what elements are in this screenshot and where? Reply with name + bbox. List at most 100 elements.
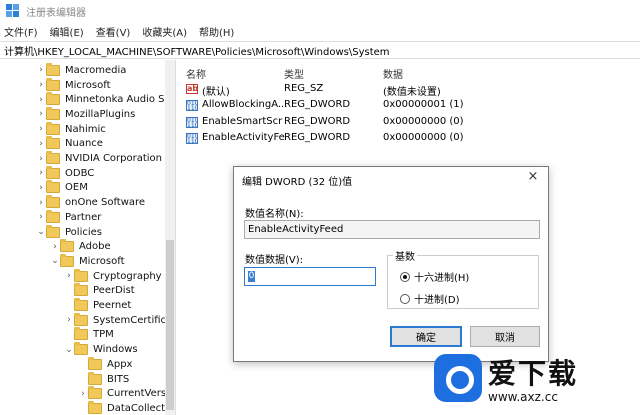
- address-bar[interactable]: 计算机\HKEY_LOCAL_MACHINE\SOFTWARE\Policies…: [0, 41, 640, 59]
- tree-item[interactable]: › SystemCertific: [64, 312, 167, 328]
- expand-chevron-icon[interactable]: ›: [36, 198, 46, 208]
- watermark-url: www.axz.cc: [488, 390, 558, 404]
- folder-icon: [46, 92, 60, 106]
- collapse-chevron-icon[interactable]: ⌄: [50, 256, 60, 266]
- tree-item[interactable]: › Cryptography: [64, 268, 162, 284]
- tree-item[interactable]: ⌄ Policies: [36, 224, 102, 240]
- folder-icon: [74, 283, 88, 297]
- tree-item[interactable]: TPM: [64, 327, 114, 343]
- tree-item[interactable]: › Nahimic: [36, 121, 106, 137]
- folder-icon: [46, 224, 60, 238]
- expand-chevron-icon[interactable]: ›: [36, 154, 46, 164]
- tree-item[interactable]: › Adobe: [50, 239, 111, 254]
- tree-item[interactable]: PeerDist: [64, 283, 135, 299]
- cancel-button[interactable]: 取消: [470, 326, 540, 347]
- tree-item[interactable]: › Minnetonka Audio S: [36, 92, 164, 107]
- tree-item-label: Cryptography: [93, 270, 162, 282]
- tree-item[interactable]: › MozillaPlugins: [36, 106, 136, 122]
- value-data-label: 数值数据(V):: [245, 255, 304, 266]
- tree-item-label: Nahimic: [65, 123, 106, 135]
- folder-icon: [46, 136, 60, 150]
- tree-item[interactable]: ⌄ Microsoft: [50, 253, 125, 269]
- menu-view[interactable]: 查看(V): [96, 24, 131, 39]
- tree-item[interactable]: › CurrentVers: [78, 386, 166, 401]
- tree-item[interactable]: › Partner: [36, 209, 102, 225]
- title-bar: 注册表编辑器: [0, 0, 640, 22]
- tree-item[interactable]: DataCollect: [78, 400, 166, 415]
- column-name[interactable]: 名称: [186, 66, 206, 81]
- tree-item-label: DataCollect: [107, 402, 166, 414]
- collapse-chevron-icon[interactable]: ⌄: [36, 227, 46, 237]
- expand-chevron-icon[interactable]: ›: [36, 139, 46, 149]
- folder-icon: [74, 268, 88, 282]
- tree-item-label: NVIDIA Corporation: [65, 153, 163, 165]
- menu-file[interactable]: 文件(F): [4, 24, 38, 39]
- folder-icon: [60, 253, 74, 267]
- tree-item[interactable]: ⌄ Windows: [64, 342, 138, 357]
- tree-item-label: SystemCertific: [93, 314, 167, 326]
- base-label: 基数: [393, 248, 417, 263]
- expand-chevron-icon[interactable]: ›: [36, 124, 46, 134]
- tree-item-label: Windows: [93, 344, 138, 356]
- collapse-chevron-icon[interactable]: ⌄: [64, 345, 74, 355]
- value-row[interactable]: 010 110 AllowBlockingA... REG_DWORD 0x000…: [178, 98, 640, 114]
- tree-item[interactable]: BITS: [78, 371, 129, 387]
- folder-icon: [46, 180, 60, 194]
- tree-item[interactable]: Appx: [78, 356, 133, 372]
- value-row[interactable]: 010 110 EnableActivityFe REG_DWORD 0x0000…: [178, 131, 640, 147]
- menu-favorites[interactable]: 收藏夹(A): [142, 24, 187, 39]
- folder-icon: [46, 121, 60, 135]
- tree-item[interactable]: › onOne Software: [36, 195, 145, 210]
- dword-value-icon: 010 110: [186, 133, 198, 144]
- tree-item-label: Microsoft: [79, 255, 125, 267]
- axz-logo-icon: [434, 354, 482, 402]
- tree-item-label: Partner: [65, 211, 102, 223]
- tree-item[interactable]: › Macromedia: [36, 62, 126, 78]
- value-row[interactable]: ab (默认) REG_SZ (数值未设置): [178, 82, 640, 98]
- value-data-input[interactable]: 0: [244, 267, 376, 286]
- tree-item[interactable]: › Microsoft: [36, 77, 111, 93]
- expand-chevron-icon[interactable]: ›: [36, 183, 46, 193]
- expand-chevron-icon[interactable]: ›: [64, 315, 74, 325]
- folder-icon: [88, 356, 102, 370]
- expand-chevron-icon[interactable]: ›: [36, 80, 46, 90]
- radio-selected-icon: [400, 271, 410, 282]
- decimal-radio[interactable]: 十进制(D): [400, 291, 460, 306]
- tree-item[interactable]: › ODBC: [36, 165, 94, 181]
- ok-button[interactable]: 确定: [390, 326, 462, 347]
- tree-item[interactable]: › OEM: [36, 180, 88, 196]
- menu-help[interactable]: 帮助(H): [199, 24, 234, 39]
- tree-item-label: MozillaPlugins: [65, 108, 136, 120]
- expand-chevron-icon[interactable]: ›: [36, 212, 46, 222]
- address-path[interactable]: 计算机\HKEY_LOCAL_MACHINE\SOFTWARE\Policies…: [4, 43, 390, 58]
- edit-dword-dialog: 编辑 DWORD (32 位)值 × 数值名称(N): EnableActivi…: [233, 166, 549, 362]
- column-data[interactable]: 数据: [383, 66, 403, 81]
- close-icon[interactable]: ×: [524, 170, 542, 186]
- expand-chevron-icon[interactable]: ›: [78, 389, 88, 399]
- dialog-title: 编辑 DWORD (32 位)值: [242, 177, 353, 188]
- tree-item[interactable]: Peernet: [64, 298, 131, 313]
- expand-chevron-icon[interactable]: ›: [64, 271, 74, 281]
- hex-radio[interactable]: 十六进制(H): [400, 269, 469, 284]
- folder-icon: [74, 298, 88, 312]
- column-type[interactable]: 类型: [284, 66, 304, 81]
- string-value-icon: ab: [186, 84, 199, 94]
- tree-item-label: Appx: [107, 358, 133, 370]
- tree-item[interactable]: › NVIDIA Corporation: [36, 151, 162, 166]
- values-header: 名称 类型 数据: [178, 64, 640, 81]
- tree-item-label: TPM: [93, 329, 114, 341]
- expand-chevron-icon[interactable]: ›: [36, 168, 46, 178]
- expand-chevron-icon[interactable]: ›: [36, 95, 46, 105]
- expand-chevron-icon[interactable]: ›: [36, 65, 46, 75]
- tree-scrollbar[interactable]: [165, 60, 175, 415]
- folder-icon: [46, 77, 60, 91]
- folder-icon: [88, 386, 102, 400]
- expand-chevron-icon[interactable]: ›: [36, 109, 46, 119]
- tree-item-label: OEM: [65, 182, 88, 194]
- menu-edit[interactable]: 编辑(E): [50, 24, 84, 39]
- value-row[interactable]: 010 110 EnableSmartScr REG_DWORD 0x000000…: [178, 115, 640, 131]
- tree-item[interactable]: › Nuance: [36, 136, 103, 152]
- expand-chevron-icon[interactable]: ›: [50, 242, 60, 252]
- tree-scroll-thumb[interactable]: [166, 240, 174, 410]
- folder-icon: [88, 371, 102, 385]
